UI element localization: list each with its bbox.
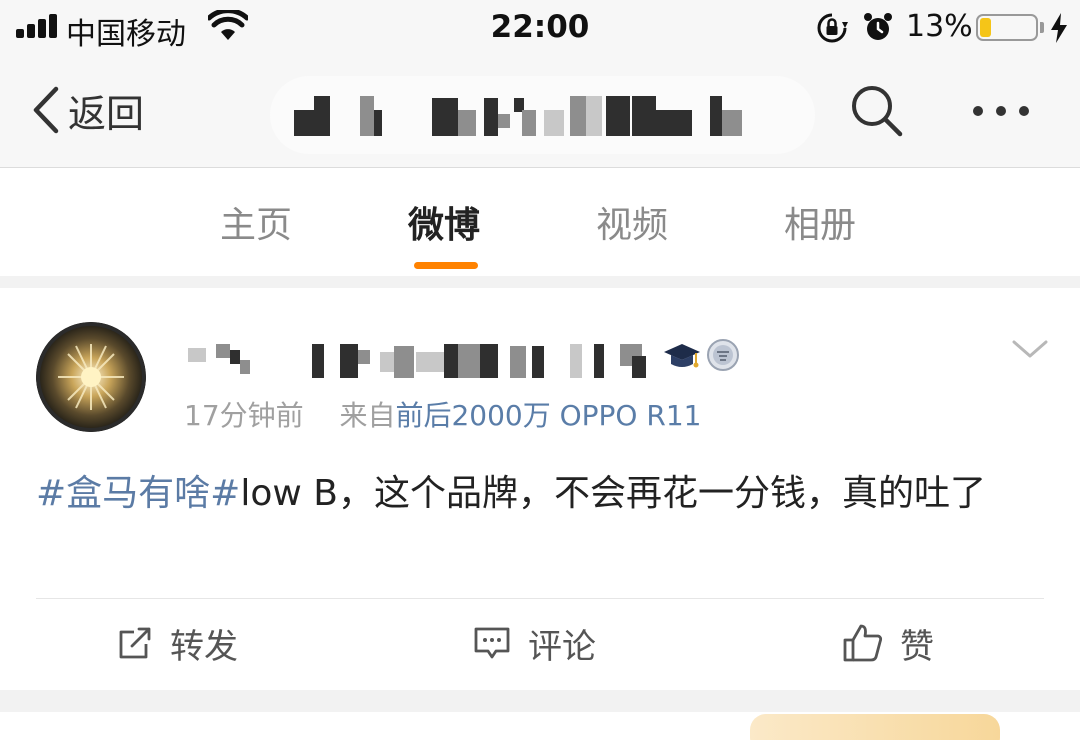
- username-redacted[interactable]: [180, 336, 660, 382]
- post-time: 17分钟前: [184, 399, 304, 432]
- post-text: #盒马有啥#low B，这个品牌，不会再花一分钱，真的吐了: [36, 466, 1046, 522]
- battery-icon: [976, 14, 1038, 41]
- profile-tab-bar: 主页 微博 视频 相册: [0, 168, 1080, 276]
- nav-bar: 返回: [0, 56, 1080, 168]
- orientation-lock-icon: [817, 13, 848, 43]
- tab-home[interactable]: 主页: [220, 196, 292, 248]
- battery-percentage: 13%: [906, 9, 973, 44]
- chevron-down-icon[interactable]: [1008, 332, 1052, 364]
- alarm-icon: [864, 13, 892, 40]
- like-button[interactable]: 赞: [842, 620, 934, 667]
- comment-label: 评论: [528, 626, 596, 667]
- tab-weibo[interactable]: 微博: [408, 196, 480, 248]
- tab-videos[interactable]: 视频: [596, 196, 668, 248]
- post-body-text: low B，这个品牌，不会再花一分钱，真的吐了: [240, 473, 986, 514]
- tab-albums[interactable]: 相册: [784, 196, 856, 248]
- profile-name-title-redacted: [270, 76, 815, 154]
- repost-button[interactable]: 转发: [116, 620, 238, 667]
- avatar[interactable]: [36, 322, 146, 432]
- graduation-cap-icon[interactable]: [662, 336, 702, 376]
- post-divider: [36, 598, 1044, 599]
- post-meta: 17分钟前 来自前后2000万 OPPO R11: [184, 394, 701, 434]
- next-post-card: [0, 712, 1080, 740]
- topic-hashtag-link[interactable]: #盒马有啥#: [36, 473, 240, 514]
- post-source-link[interactable]: 前后2000万 OPPO R11: [395, 399, 701, 432]
- comment-icon: [474, 627, 510, 659]
- like-label: 赞: [900, 626, 934, 667]
- back-button[interactable]: 返回: [30, 82, 144, 138]
- battery-level-fill: [980, 18, 991, 37]
- charging-icon: [1051, 13, 1067, 43]
- back-chevron-icon: [33, 86, 59, 134]
- more-icon[interactable]: [966, 86, 1036, 136]
- search-icon[interactable]: [848, 82, 906, 140]
- comment-button[interactable]: 评论: [472, 620, 596, 667]
- honor-medal-icon[interactable]: [706, 338, 740, 372]
- repost-label: 转发: [170, 626, 238, 667]
- battery-terminal: [1040, 22, 1044, 33]
- thumbs-up-icon: [843, 624, 883, 662]
- post-card: 17分钟前 来自前后2000万 OPPO R11 #盒马有啥#low B，这个品…: [0, 288, 1080, 690]
- active-tab-indicator: [414, 262, 478, 269]
- back-label: 返回: [68, 91, 145, 136]
- status-bar: 中国移动 22:00 13%: [0, 0, 1080, 56]
- repost-icon: [119, 627, 151, 659]
- post-source-prefix: 来自: [339, 399, 396, 432]
- card-decoration-banner: [750, 714, 1000, 740]
